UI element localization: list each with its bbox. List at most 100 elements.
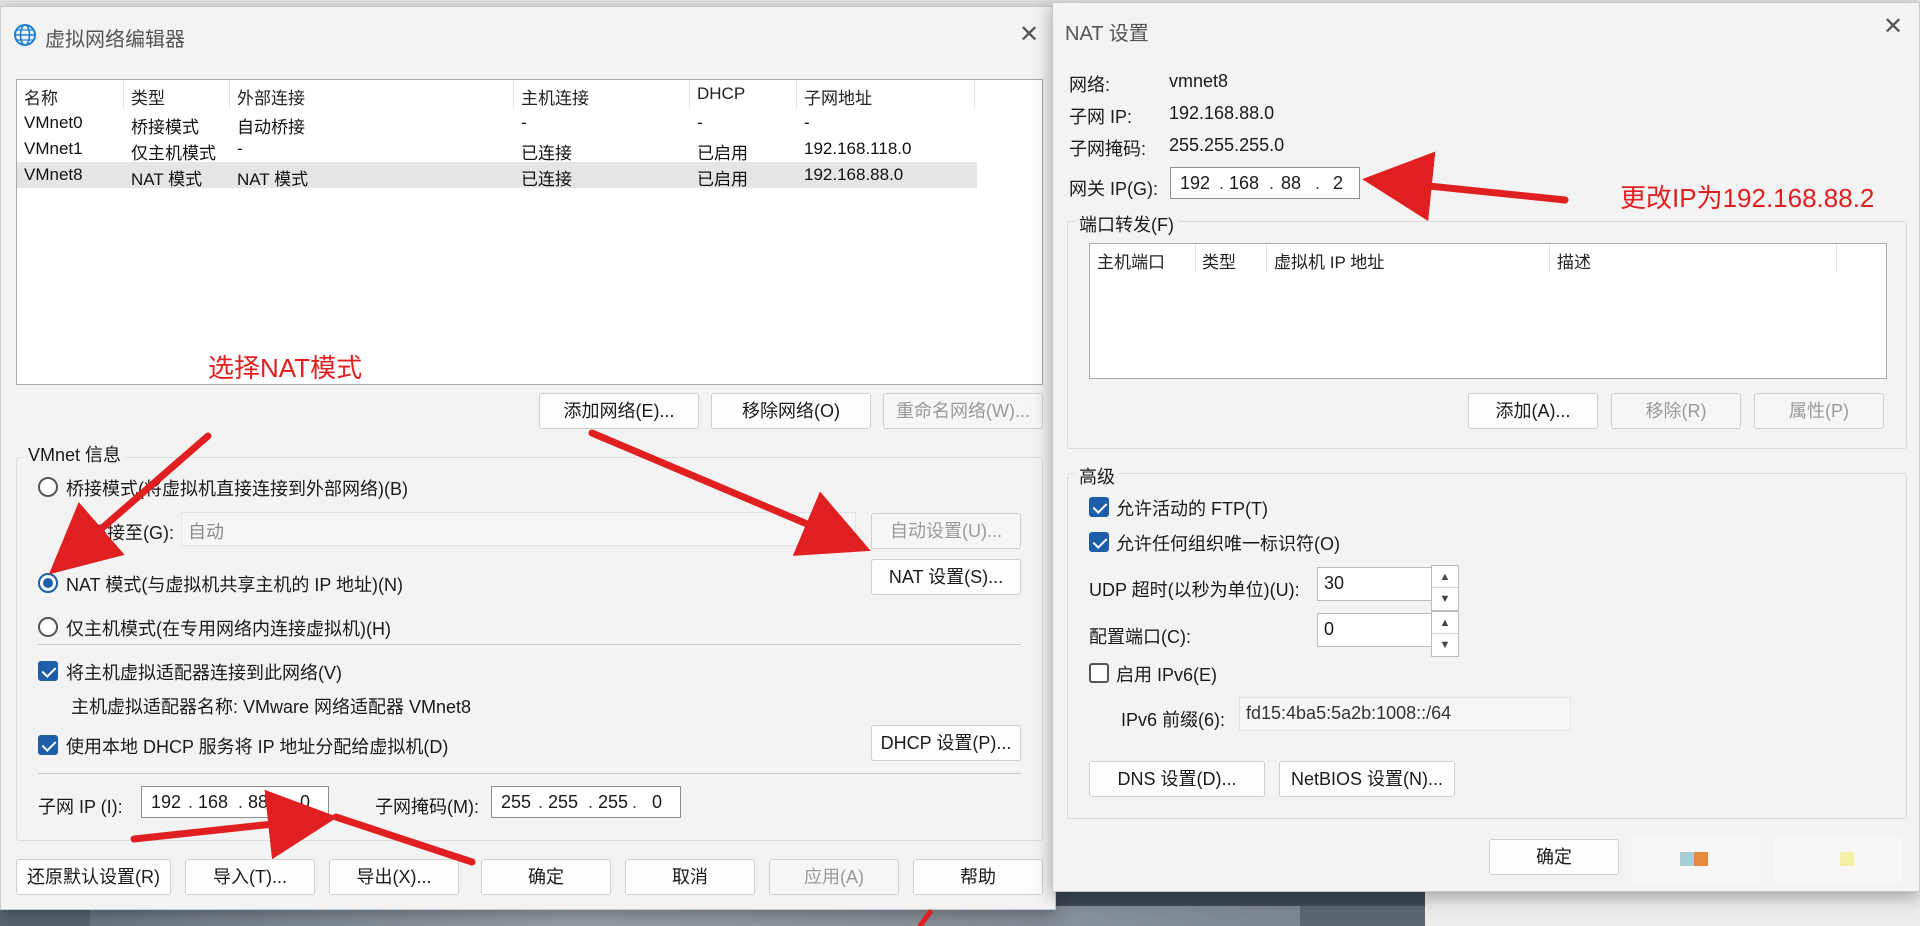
column-header-external[interactable]: 外部连接 xyxy=(237,84,305,109)
use-dhcp-label[interactable]: 使用本地 DHCP 服务将 IP 地址分配给虚拟机(D) xyxy=(66,733,448,759)
auto-settings-button[interactable]: 自动设置(U)... xyxy=(871,513,1021,549)
import-button[interactable]: 导入(T)... xyxy=(185,859,315,895)
table-row-selected[interactable]: VMnet8 NAT 模式 NAT 模式 已连接 已启用 192.168.88.… xyxy=(17,162,977,189)
cell-external: 自动桥接 xyxy=(237,118,305,137)
column-divider xyxy=(1836,244,1837,272)
network-list[interactable]: 名称 类型 外部连接 主机连接 DHCP 子网地址 VMnet0 桥接模式 自动… xyxy=(16,79,1043,385)
connect-adapter-label[interactable]: 将主机虚拟适配器连接到此网络(V) xyxy=(66,659,342,685)
dns-settings-button[interactable]: DNS 设置(D)... xyxy=(1089,761,1265,797)
udp-timeout-label: UDP 超时(以秒为单位)(U): xyxy=(1089,580,1300,600)
bridge-mode-radio[interactable] xyxy=(38,477,58,497)
remove-port-button[interactable]: 移除(R) xyxy=(1611,393,1741,429)
ip-octet: 88 xyxy=(1281,173,1302,193)
restore-defaults-button[interactable]: 还原默认设置(R) xyxy=(16,859,171,895)
add-network-button[interactable]: 添加网络(E)... xyxy=(539,393,699,429)
subnet-ip-input[interactable]: 192 . 168 . 88 . 0 xyxy=(141,786,329,818)
ok-button[interactable]: 确定 xyxy=(481,859,611,895)
cell-name: VMnet0 xyxy=(24,113,83,132)
virtual-network-editor-dialog: 虚拟网络编辑器 ✕ 名称 类型 外部连接 主机连接 DHCP 子网地址 VMne… xyxy=(0,6,1056,910)
allow-uid-checkbox[interactable] xyxy=(1089,532,1109,552)
export-button[interactable]: 导出(X)... xyxy=(329,859,459,895)
properties-button[interactable]: 属性(P) xyxy=(1754,393,1884,429)
allow-uid-label[interactable]: 允许任何组织唯一标识符(O) xyxy=(1116,530,1340,556)
column-divider xyxy=(689,80,690,108)
divider xyxy=(38,644,1021,645)
redaction-mosaic xyxy=(1774,838,1902,882)
cell-external: - xyxy=(237,139,243,158)
add-port-button[interactable]: 添加(A)... xyxy=(1468,393,1598,429)
column-header-vm-ip[interactable]: 虚拟机 IP 地址 xyxy=(1274,248,1384,273)
ip-octet: 192 xyxy=(1180,173,1211,193)
host-only-mode-radio[interactable] xyxy=(38,617,58,637)
use-dhcp-checkbox[interactable] xyxy=(38,735,58,755)
cell-type: 桥接模式 xyxy=(131,118,199,137)
rename-network-button[interactable]: 重命名网络(W)... xyxy=(883,393,1043,429)
udp-timeout-value: 30 xyxy=(1324,573,1345,593)
network-value: vmnet8 xyxy=(1169,71,1229,91)
globe-icon xyxy=(13,23,37,47)
nat-settings-button[interactable]: NAT 设置(S)... xyxy=(871,559,1021,595)
ip-octet: 255 xyxy=(501,792,532,812)
column-header-host[interactable]: 主机连接 xyxy=(521,84,589,109)
ip-octet: 255 xyxy=(598,792,629,812)
gateway-ip-input[interactable]: 192 . 168 . 88 . 2 xyxy=(1170,167,1360,199)
adapter-name-text: 主机虚拟适配器名称: VMware 网络适配器 VMnet8 xyxy=(71,697,472,717)
help-button[interactable]: 帮助 xyxy=(913,859,1043,895)
config-port-stepper[interactable]: ▲ ▼ xyxy=(1431,611,1459,657)
config-port-label: 配置端口(C): xyxy=(1089,627,1191,647)
down-arrow-icon: ▼ xyxy=(1439,593,1451,605)
connect-adapter-checkbox[interactable] xyxy=(38,661,58,681)
column-header-description[interactable]: 描述 xyxy=(1557,248,1591,273)
cell-dhcp: 已启用 xyxy=(697,144,748,163)
subnet-ip-label: 子网 IP (I): xyxy=(38,797,123,817)
bridged-to-select[interactable]: 自动 ⌄ xyxy=(181,512,856,546)
close-icon[interactable]: ✕ xyxy=(1015,21,1043,49)
nat-mode-radio[interactable] xyxy=(38,573,58,593)
ip-octet: 255 xyxy=(548,792,579,812)
ok-button[interactable]: 确定 xyxy=(1489,839,1619,875)
subnet-mask-input[interactable]: 255 . 255 . 255 . 0 xyxy=(491,786,681,818)
column-divider xyxy=(974,80,975,108)
dhcp-settings-button[interactable]: DHCP 设置(P)... xyxy=(871,725,1021,761)
udp-timeout-input[interactable]: 30 xyxy=(1317,567,1435,601)
up-arrow-icon: ▲ xyxy=(1432,612,1458,634)
udp-timeout-stepper[interactable]: ▲ ▼ xyxy=(1431,565,1459,611)
chevron-down-icon: ⌄ xyxy=(829,517,845,537)
nat-settings-dialog: NAT 设置 ✕ 网络: vmnet8 子网 IP: 192.168.88.0 … xyxy=(1052,2,1920,892)
port-forwarding-label: 端口转发(F) xyxy=(1075,211,1178,237)
column-header-subnet[interactable]: 子网地址 xyxy=(804,84,872,109)
config-port-input[interactable]: 0 xyxy=(1317,613,1435,647)
close-icon[interactable]: ✕ xyxy=(1879,13,1907,41)
redaction-mosaic xyxy=(1632,838,1760,882)
column-header-name[interactable]: 名称 xyxy=(24,84,58,109)
apply-button[interactable]: 应用(A) xyxy=(769,859,899,895)
cell-subnet: 192.168.88.0 xyxy=(804,165,904,184)
column-header-dhcp[interactable]: DHCP xyxy=(697,84,745,104)
up-arrow-icon: ▲ xyxy=(1432,566,1458,588)
subnet-ip-value: 192.168.88.0 xyxy=(1169,103,1275,123)
column-header-type[interactable]: 类型 xyxy=(131,84,165,109)
column-header-host-port[interactable]: 主机端口 xyxy=(1097,248,1165,273)
table-row[interactable]: VMnet0 桥接模式 自动桥接 - - - xyxy=(17,110,977,137)
allow-ftp-checkbox[interactable] xyxy=(1089,497,1109,517)
ipv6-prefix-input[interactable]: fd15:4ba5:5a2b:1008::/64 xyxy=(1239,697,1571,731)
host-only-mode-label[interactable]: 仅主机模式(在专用网络内连接虚拟机)(H) xyxy=(66,615,391,641)
titlebar: 虚拟网络编辑器 ✕ xyxy=(1,7,1055,63)
enable-ipv6-label[interactable]: 启用 IPv6(E) xyxy=(1116,661,1217,687)
column-header-type[interactable]: 类型 xyxy=(1202,248,1236,273)
table-row[interactable]: VMnet1 仅主机模式 - 已连接 已启用 192.168.118.0 xyxy=(17,136,977,163)
nat-mode-label[interactable]: NAT 模式(与虚拟机共享主机的 IP 地址)(N) xyxy=(66,571,403,597)
remove-network-button[interactable]: 移除网络(O) xyxy=(711,393,871,429)
netbios-settings-button[interactable]: NetBIOS 设置(N)... xyxy=(1279,761,1455,797)
cancel-button[interactable]: 取消 xyxy=(625,859,755,895)
enable-ipv6-checkbox[interactable] xyxy=(1089,663,1109,683)
cell-type: NAT 模式 xyxy=(131,170,203,189)
config-port-value: 0 xyxy=(1324,619,1335,639)
port-forwarding-list[interactable]: 主机端口 类型 虚拟机 IP 地址 描述 xyxy=(1089,243,1887,379)
ip-octet: 88 xyxy=(248,792,269,812)
allow-ftp-label[interactable]: 允许活动的 FTP(T) xyxy=(1116,495,1268,521)
ipv6-prefix-value: fd15:4ba5:5a2b:1008::/64 xyxy=(1246,703,1452,723)
bridge-mode-label[interactable]: 桥接模式(将虚拟机直接连接到外部网络)(B) xyxy=(66,475,408,501)
ipv6-prefix-label: IPv6 前缀(6): xyxy=(1121,710,1226,730)
column-divider xyxy=(1195,244,1196,272)
